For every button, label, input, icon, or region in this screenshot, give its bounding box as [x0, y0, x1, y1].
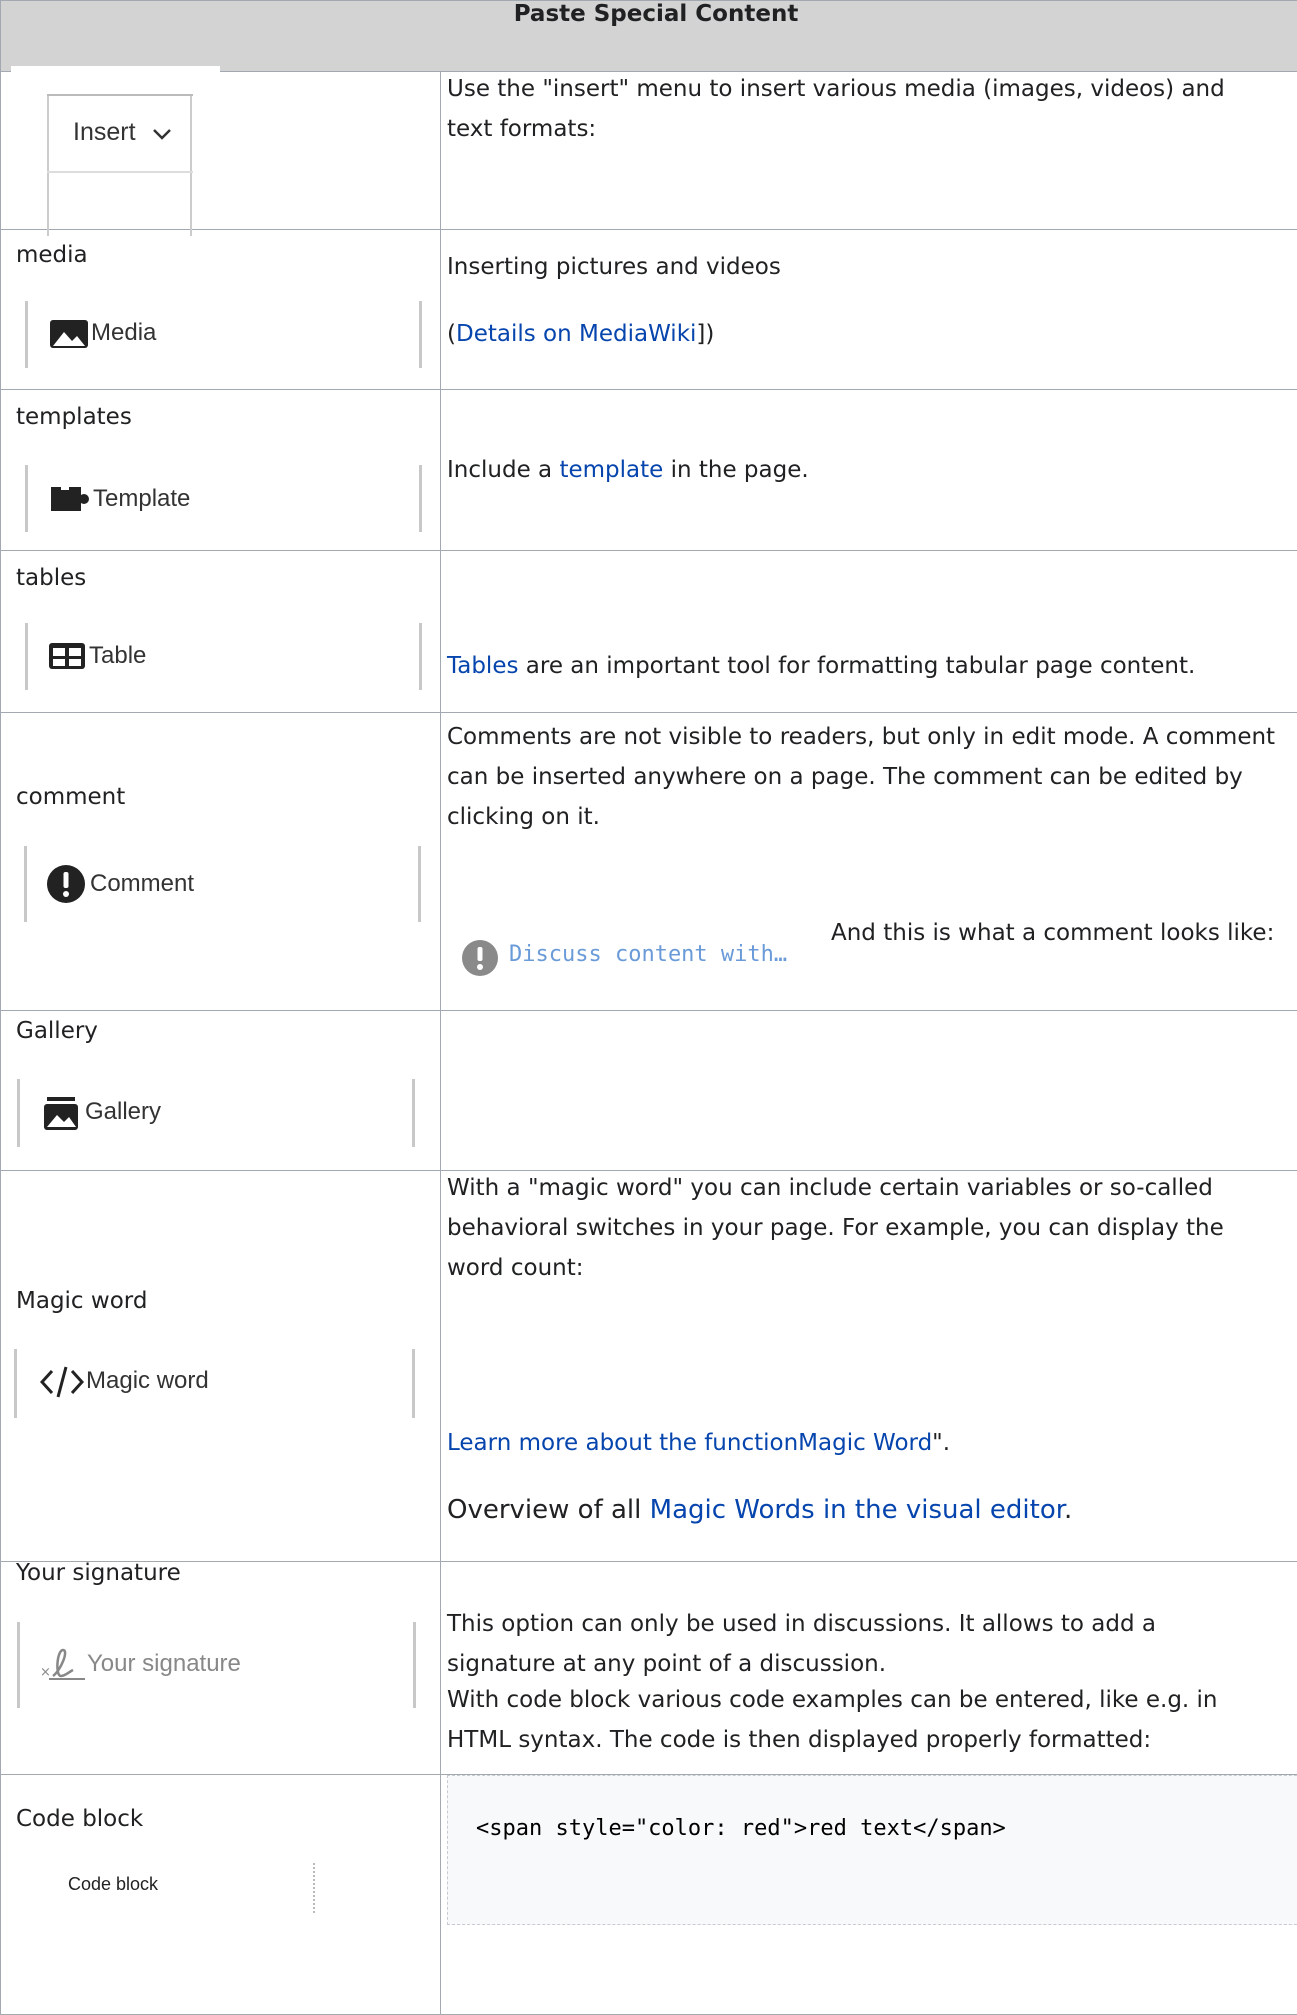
tables-link[interactable]: Tables — [447, 653, 518, 679]
magic-word-description: With a "magic word" you can include cert… — [447, 1168, 1287, 1288]
table-cell — [441, 1011, 1297, 1171]
tables-description: Tables are an important tool for formatt… — [447, 646, 1195, 686]
media-details: (Details on MediaWiki]) — [447, 314, 714, 354]
row-label-comment: comment — [16, 782, 125, 812]
magic-words-overview-link[interactable]: Magic Words in the visual editor — [650, 1495, 1064, 1525]
templates-description: Include a template in the page. — [447, 450, 809, 490]
comment-preview-caption: And this is what a comment looks like: — [831, 913, 1274, 953]
table-icon — [47, 641, 87, 671]
signature-button-image: × Your signature — [17, 1618, 416, 1712]
table-button-label: Table — [89, 642, 146, 670]
signature-description: This option can only be used in discussi… — [447, 1604, 1247, 1684]
svg-text:×: × — [40, 1665, 51, 1680]
learn-more-magic-word-link[interactable]: Learn more about the functionMagic Word — [447, 1430, 932, 1456]
code-brackets-icon — [40, 1365, 84, 1399]
magic-word-learn-more: Learn more about the functionMagic Word"… — [447, 1423, 950, 1463]
table-cell — [441, 551, 1297, 713]
comment-description: Comments are not visible to readers, but… — [447, 717, 1287, 837]
code-block-button-image: Code block — [33, 1863, 315, 1923]
table-header: Paste Special Content — [1, 1, 1297, 72]
magic-word-button-image: Magic word — [14, 1345, 415, 1422]
code-block-example: <span style="color: red">red text</span> — [447, 1775, 1297, 1925]
comment-button-label: Comment — [90, 870, 194, 898]
row-label-tables: tables — [16, 563, 86, 593]
row-label-media: media — [16, 240, 88, 270]
gallery-button-image: Gallery — [17, 1075, 415, 1151]
exclamation-circle-icon — [46, 864, 86, 904]
template-link[interactable]: template — [559, 457, 663, 483]
signature-button-label: Your signature — [87, 1650, 241, 1678]
row-label-gallery: Gallery — [16, 1016, 98, 1046]
puzzle-icon — [49, 485, 91, 513]
template-button-label: Template — [93, 485, 190, 513]
comment-preview-text: Discuss content with… — [509, 942, 787, 967]
row-label-code-block: Code block — [16, 1804, 143, 1834]
mediawiki-details-link[interactable]: Details on MediaWiki — [456, 321, 696, 347]
magic-word-button-label: Magic word — [86, 1367, 209, 1395]
comment-button-image: Comment — [24, 842, 421, 926]
gallery-icon — [43, 1097, 79, 1131]
row-label-templates: templates — [16, 402, 132, 432]
media-button-image: Media — [25, 297, 422, 372]
gallery-button-label: Gallery — [85, 1098, 161, 1126]
media-description: Inserting pictures and videos — [447, 247, 781, 287]
template-button-image: Template — [25, 461, 422, 536]
insert-menu-button-image: Insert — [11, 66, 220, 211]
comment-preview-image: Discuss content with… — [447, 924, 819, 988]
row-label-magic-word: Magic word — [16, 1286, 147, 1316]
chevron-down-icon — [152, 127, 172, 141]
media-button-label: Media — [91, 319, 156, 347]
insert-description: Use the "insert" menu to insert various … — [447, 69, 1277, 149]
insert-button-label: Insert — [73, 118, 136, 147]
image-icon — [49, 319, 89, 349]
code-block-button-label: Code block — [68, 1874, 158, 1895]
row-label-signature: Your signature — [16, 1558, 181, 1588]
magic-word-overview: Overview of all Magic Words in the visua… — [447, 1490, 1072, 1530]
table-button-image: Table — [25, 619, 422, 694]
code-block-description: With code block various code examples ca… — [447, 1680, 1287, 1760]
signature-icon: × — [39, 1646, 87, 1682]
exclamation-circle-icon — [461, 939, 499, 977]
